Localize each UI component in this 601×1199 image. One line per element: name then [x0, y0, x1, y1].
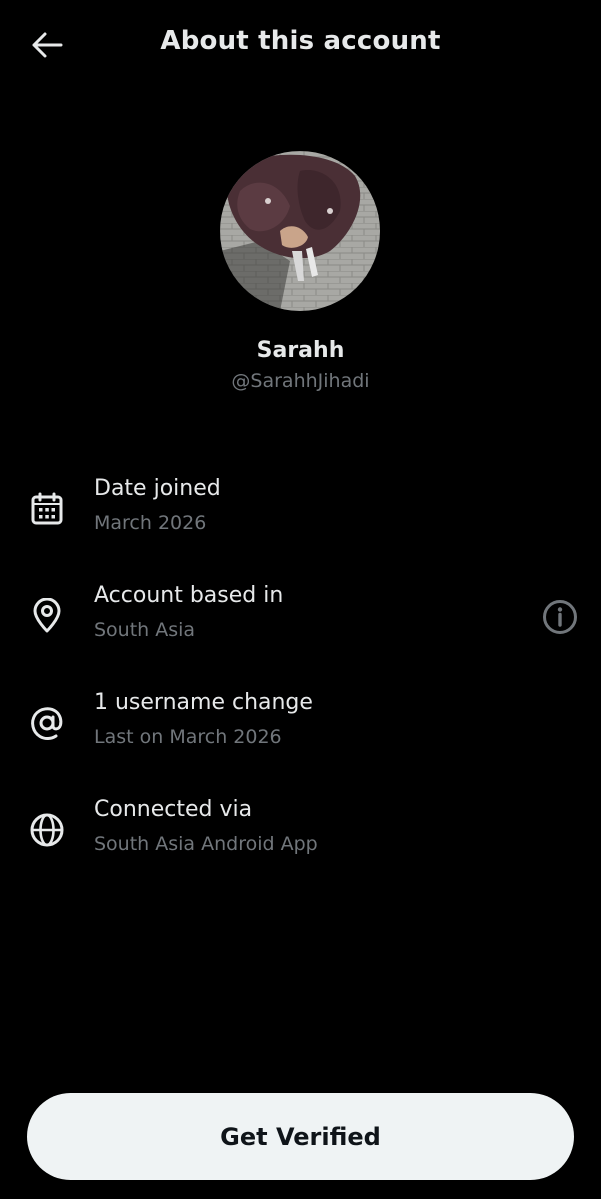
date-joined-row: Date joined March 2026: [0, 476, 601, 556]
account-based-in-row: Account based in South Asia: [0, 583, 601, 663]
display-name: Sarahh: [256, 338, 345, 363]
location-pin-icon: [28, 597, 66, 635]
connected-via-value: South Asia Android App: [94, 833, 318, 855]
date-joined-value: March 2026: [94, 512, 207, 534]
account-location-info-button[interactable]: [540, 597, 580, 637]
profile-photo: [220, 151, 380, 311]
account-based-in-value: South Asia: [94, 619, 196, 641]
account-based-in-label: Account based in: [94, 583, 284, 608]
globe-icon: [28, 811, 66, 849]
date-joined-label: Date joined: [94, 476, 221, 501]
calendar-icon: [28, 490, 66, 528]
page-title: About this account: [160, 26, 441, 56]
header-bar: About this account: [0, 0, 601, 90]
username-change-label: 1 username change: [94, 690, 313, 715]
connected-via-row: Connected via South Asia Android App: [0, 797, 601, 877]
at-sign-icon: [28, 704, 66, 742]
username-change-row: 1 username change Last on March 2026: [0, 690, 601, 770]
avatar[interactable]: [220, 151, 380, 311]
get-verified-button[interactable]: Get Verified: [27, 1093, 574, 1180]
connected-via-label: Connected via: [94, 797, 253, 822]
info-icon: [543, 600, 577, 634]
username-handle: @SarahhJihadi: [231, 370, 370, 392]
username-change-value: Last on March 2026: [94, 726, 282, 748]
